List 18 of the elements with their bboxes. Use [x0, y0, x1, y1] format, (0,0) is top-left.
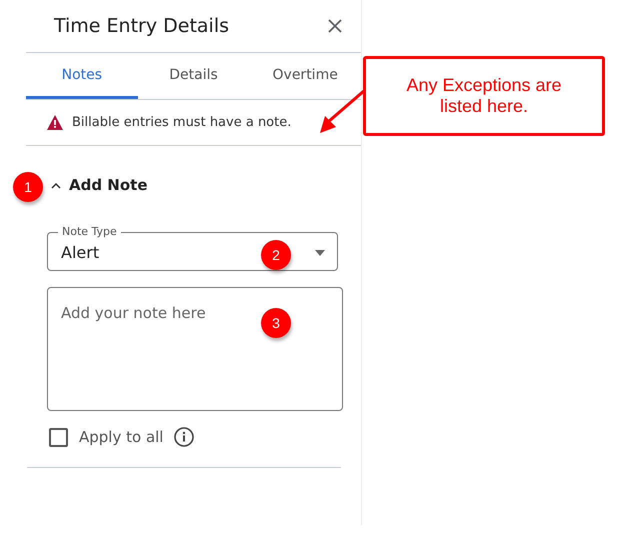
tab[interactable]: Details — [138, 53, 250, 99]
step-marker: 1 — [13, 172, 43, 202]
caret-icon — [315, 250, 325, 256]
pointer-arrow — [318, 89, 366, 135]
callout-box: Any Exceptions are listed here. — [363, 56, 605, 136]
exception-message: Billable entries must have a note. — [72, 115, 292, 130]
section-toggle[interactable]: Add Note — [51, 176, 148, 194]
step-marker: 2 — [261, 240, 291, 270]
close-icon[interactable] — [327, 18, 343, 34]
info-icon[interactable] — [174, 427, 194, 447]
tab[interactable]: Notes — [26, 53, 138, 99]
checkbox[interactable] — [49, 428, 68, 446]
panel-title: Time Entry Details — [54, 15, 229, 37]
tab[interactable]: Overtime — [249, 53, 362, 99]
field-label: Note Type — [61, 225, 118, 239]
checkbox-label: Apply to all — [79, 428, 164, 446]
warning-icon — [47, 115, 63, 130]
dropdown-value: Alert — [61, 243, 100, 262]
